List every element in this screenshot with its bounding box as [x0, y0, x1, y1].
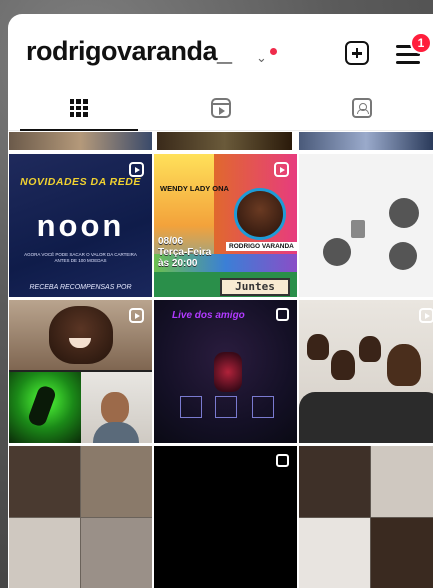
notification-badge[interactable]: 1 — [410, 32, 432, 54]
tagged-icon — [352, 98, 373, 118]
video-frame — [299, 518, 370, 588]
tab-reels[interactable] — [150, 86, 292, 130]
reel-icon — [129, 308, 144, 323]
reel-icon — [419, 308, 433, 323]
event-time: às 20:00 — [158, 258, 198, 269]
person-face — [49, 306, 113, 364]
guest-photo — [234, 188, 286, 240]
noon-logo: noon — [36, 208, 125, 243]
tab-grid[interactable] — [8, 86, 150, 131]
tab-tagged[interactable] — [291, 86, 433, 130]
video-frame — [371, 518, 433, 588]
carousel-icon — [276, 454, 289, 467]
post-video-call-2[interactable] — [299, 446, 433, 588]
guest-thumbnail — [180, 396, 202, 418]
poster-graphic — [351, 220, 365, 238]
post-poster[interactable] — [299, 154, 433, 297]
post-footer-text: RECEBA RECOMPENSAS POR — [29, 284, 132, 291]
post-grid: NOVIDADES DA REDE noon AGORA VOCÊ PODE S… — [8, 132, 433, 588]
video-frame — [371, 446, 433, 517]
live-indicator-dot — [270, 48, 277, 55]
event-weekday: Terça-Feira — [158, 247, 212, 258]
guest-thumbnail — [252, 396, 274, 418]
profile-tabs — [8, 86, 433, 131]
post-event[interactable]: WENDY LADY ONA RODRIGO VARANDA 08/06 Ter… — [154, 154, 297, 297]
poster-photo — [389, 198, 419, 228]
person-face — [101, 392, 129, 424]
reel-icon — [274, 162, 289, 177]
post-title: NOVIDADES DA REDE — [20, 176, 141, 188]
person-face — [331, 350, 355, 380]
video-frame — [81, 518, 152, 588]
post-noon[interactable]: NOVIDADES DA REDE noon AGORA VOCÊ PODE S… — [9, 154, 152, 297]
post-background — [299, 154, 433, 297]
group-bodies — [299, 392, 433, 443]
reel-icon — [129, 162, 144, 177]
person-face — [359, 336, 381, 362]
reels-icon — [210, 98, 231, 118]
profile-header: rodrigovaranda_ ⌄ 1 — [8, 14, 433, 86]
add-post-icon[interactable] — [345, 41, 369, 65]
post-black[interactable] — [154, 446, 297, 588]
post-thumbnail-partial[interactable] — [9, 132, 152, 150]
juntes-logo: Juntes — [220, 278, 290, 296]
post-thumbnail-partial[interactable] — [157, 132, 292, 150]
post-graphic — [214, 352, 242, 392]
host-name: RODRIGO VARANDA — [226, 242, 297, 251]
event-day: 08/06 — [158, 236, 184, 247]
video-frame — [9, 446, 80, 517]
post-thumbnail-partial[interactable] — [299, 132, 433, 150]
guest-name: WENDY LADY ONA — [160, 184, 229, 193]
post-body-text: AGORA VOCÊ PODE SACAR O VALOR DA CARTEIR… — [24, 252, 137, 263]
video-frame — [9, 518, 80, 588]
person-face — [387, 344, 421, 386]
post-background — [154, 446, 297, 588]
menu-line — [396, 61, 420, 64]
chevron-down-icon[interactable]: ⌄ — [256, 50, 267, 66]
grid-icon — [69, 99, 88, 117]
post-video-group[interactable] — [299, 300, 433, 443]
carousel-icon — [276, 308, 289, 321]
poster-photo — [389, 242, 417, 270]
guest-thumbnail — [215, 396, 237, 418]
video-frame — [299, 446, 370, 517]
video-frame — [81, 446, 152, 517]
event-date: 08/06 Terça-Feira às 20:00 — [158, 236, 211, 269]
username-switcher[interactable]: rodrigovaranda_ — [26, 36, 232, 67]
post-live[interactable]: Live dos amigo — [154, 300, 297, 443]
post-video-laughing[interactable] — [9, 300, 152, 443]
post-video-call[interactable] — [9, 446, 152, 588]
profile-screen: rodrigovaranda_ ⌄ 1 NOVIDADES DA REDE no… — [8, 14, 433, 588]
post-title: Live dos amigo — [172, 310, 245, 321]
poster-photo — [323, 238, 351, 266]
person-face — [307, 334, 329, 360]
